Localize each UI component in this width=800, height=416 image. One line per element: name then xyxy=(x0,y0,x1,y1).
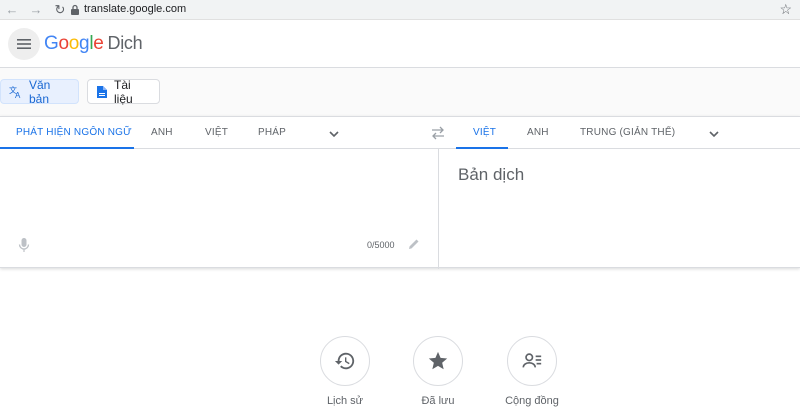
community-button[interactable] xyxy=(507,336,557,386)
mode-bar: 文A Văn bản Tài liệu xyxy=(0,68,800,116)
address-bar[interactable]: translate.google.com xyxy=(84,3,186,15)
source-lang-anh[interactable]: Anh xyxy=(151,117,173,149)
community-shortcut[interactable]: Cộng đồng xyxy=(497,336,567,407)
star-icon xyxy=(428,351,448,370)
document-mode-label: Tài liệu xyxy=(114,77,133,106)
target-lang-trung[interactable]: Trung (Giản thể) xyxy=(580,117,675,149)
hamburger-icon xyxy=(17,39,31,49)
saved-label: Đã lưu xyxy=(421,395,455,407)
document-icon xyxy=(96,85,108,99)
saved-button[interactable] xyxy=(413,336,463,386)
reload-icon[interactable]: ↻ xyxy=(52,2,68,18)
history-icon xyxy=(334,352,355,370)
product-name: Dịch xyxy=(107,33,143,53)
translate-icon: 文A xyxy=(9,85,23,99)
history-shortcut[interactable]: Lịch sử xyxy=(310,336,380,407)
history-label: Lịch sử xyxy=(326,395,364,407)
main-menu-button[interactable] xyxy=(8,28,40,60)
source-lang-detect[interactable]: Phát hiện ngôn ngữ xyxy=(16,117,132,149)
history-button[interactable] xyxy=(320,336,370,386)
document-mode-button[interactable]: Tài liệu xyxy=(87,77,160,106)
svg-text:A: A xyxy=(15,91,21,99)
microphone-icon[interactable] xyxy=(18,237,30,253)
logo-letter: o xyxy=(58,33,69,54)
google-translate-logo[interactable]: Google Dịch xyxy=(44,33,143,55)
text-mode-button[interactable]: 文A Văn bản xyxy=(0,77,79,106)
translation-panel: Phát hiện ngôn ngữ Anh Việt Pháp Việt An… xyxy=(0,116,800,269)
text-mode-label: Văn bản xyxy=(29,77,51,106)
bookmark-star-icon[interactable]: ☆ xyxy=(779,1,792,18)
translation-output-area: Bản dịch xyxy=(439,149,800,269)
lock-icon xyxy=(71,4,79,15)
target-lang-viet[interactable]: Việt xyxy=(473,117,496,149)
logo-letter: e xyxy=(93,33,104,54)
source-text-area[interactable]: 0/5000 xyxy=(0,149,438,269)
app-header: Google Dịch xyxy=(0,20,800,68)
source-lang-viet[interactable]: Việt xyxy=(205,117,228,149)
forward-icon[interactable]: → xyxy=(28,2,44,18)
back-icon[interactable]: ← xyxy=(4,2,20,18)
source-more-languages-icon[interactable] xyxy=(326,126,342,142)
target-more-languages-icon[interactable] xyxy=(706,126,722,142)
pencil-icon[interactable] xyxy=(408,238,420,250)
character-count: 0/5000 xyxy=(367,240,395,250)
source-lang-phap[interactable]: Pháp xyxy=(258,117,286,149)
community-label: Cộng đồng xyxy=(505,395,559,407)
swap-languages-icon[interactable] xyxy=(430,126,446,140)
saved-shortcut[interactable]: Đã lưu xyxy=(403,336,473,407)
shortcut-buttons: Lịch sử Đã lưu Cộng đồng xyxy=(0,268,800,416)
logo-letter: G xyxy=(44,33,59,54)
logo-letter: o xyxy=(68,33,80,54)
logo-letter: g xyxy=(79,33,90,54)
translation-placeholder: Bản dịch xyxy=(458,165,525,184)
language-bar: Phát hiện ngôn ngữ Anh Việt Pháp Việt An… xyxy=(0,117,800,149)
community-icon xyxy=(522,353,542,368)
target-lang-anh[interactable]: Anh xyxy=(527,117,549,149)
browser-toolbar: ← → ↻ translate.google.com ☆ xyxy=(0,0,800,20)
